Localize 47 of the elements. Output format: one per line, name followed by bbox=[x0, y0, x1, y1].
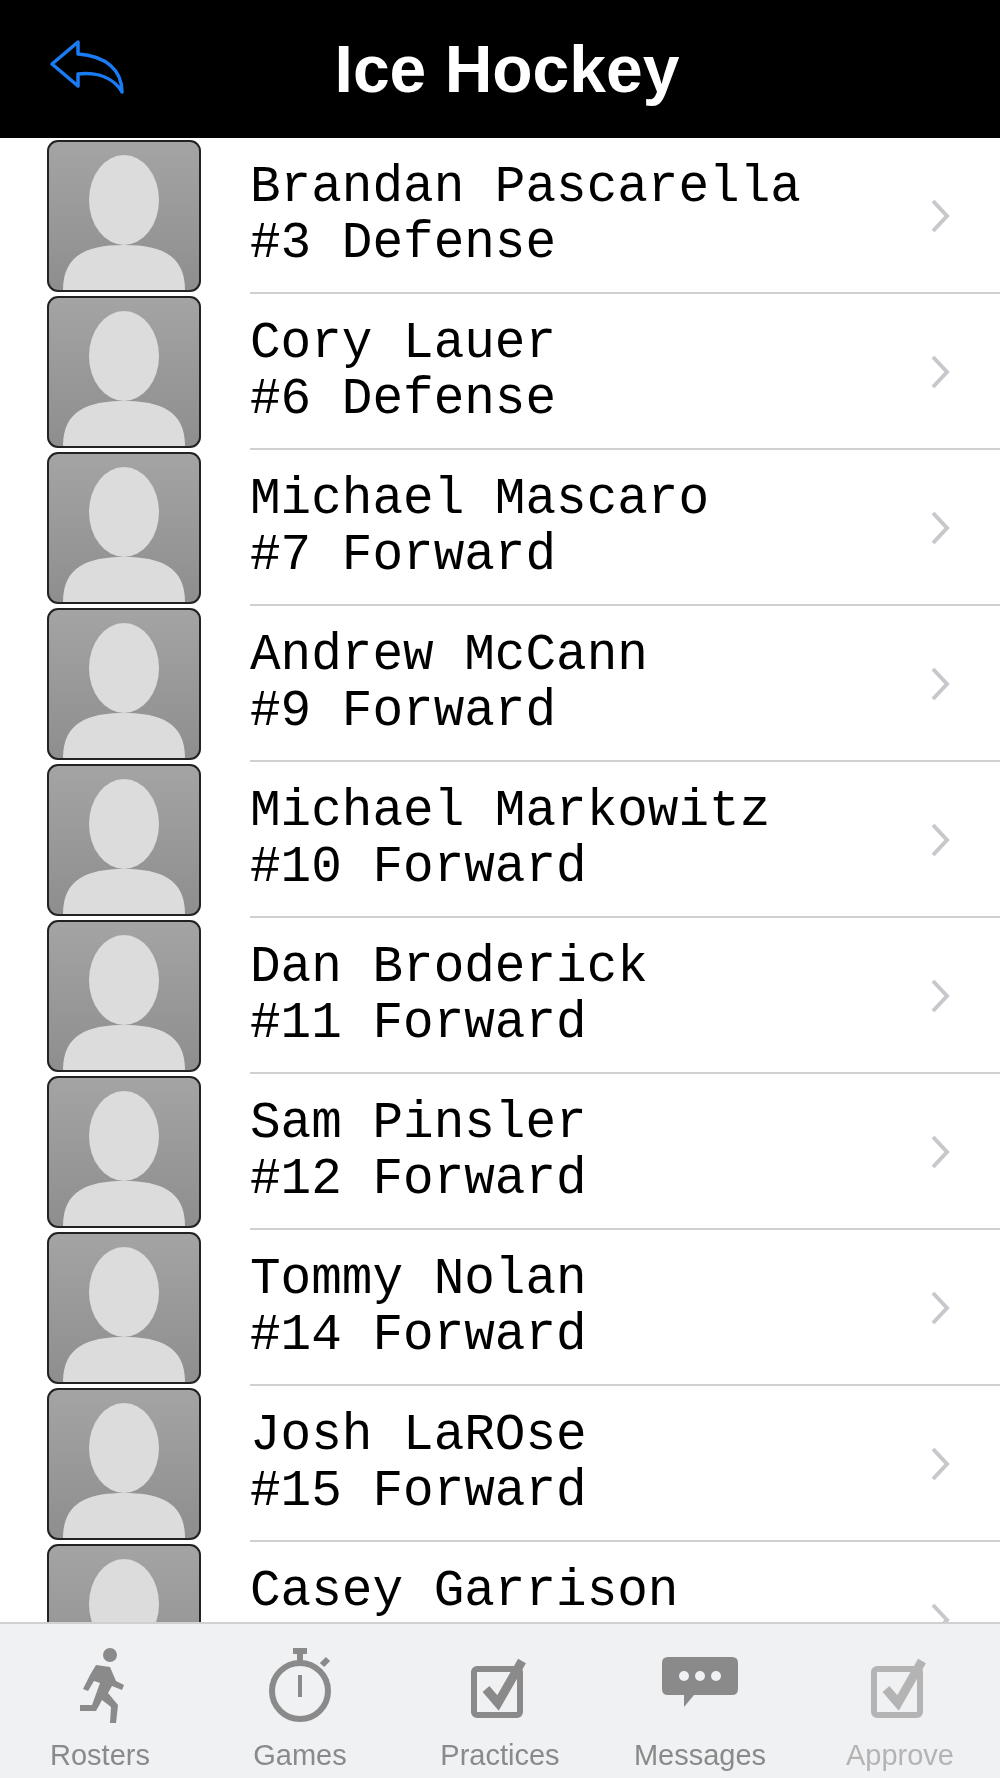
player-name: Tommy Nolan bbox=[250, 1252, 588, 1308]
player-position: #10 Forward bbox=[250, 840, 588, 896]
player-row[interactable]: Michael Mascaro #7 Forward bbox=[0, 450, 1000, 606]
chevron-icon bbox=[930, 354, 950, 390]
player-position: #12 Forward bbox=[250, 1152, 588, 1208]
avatar-icon bbox=[47, 1388, 201, 1540]
chevron-icon bbox=[930, 1290, 950, 1326]
player-row[interactable]: Josh LaROse #15 Forward bbox=[0, 1386, 1000, 1542]
chevron-icon bbox=[930, 666, 950, 702]
screen-title: Ice Hockey bbox=[334, 31, 680, 107]
chevron-icon bbox=[930, 198, 950, 234]
chevron-icon bbox=[930, 822, 950, 858]
player-row[interactable]: Brandan Pascarella #3 Defense bbox=[0, 138, 1000, 294]
player-position: #6 Defense bbox=[250, 372, 558, 428]
avatar-icon bbox=[47, 140, 201, 292]
chevron-icon bbox=[930, 978, 950, 1014]
player-row[interactable]: Andrew McCann #9 Forward bbox=[0, 606, 1000, 762]
avatar-icon bbox=[47, 1232, 201, 1384]
avatar-icon bbox=[47, 920, 201, 1072]
player-position: #11 Forward bbox=[250, 996, 588, 1052]
player-name: Casey Garrison bbox=[250, 1564, 680, 1620]
player-name: Josh LaROse bbox=[250, 1408, 588, 1464]
player-position: #9 Forward bbox=[250, 684, 558, 740]
player-position: #7 Forward bbox=[250, 528, 558, 584]
chevron-icon bbox=[930, 510, 950, 546]
player-row[interactable]: Sam Pinsler #12 Forward bbox=[0, 1074, 1000, 1230]
player-name: Sam Pinsler bbox=[250, 1096, 588, 1152]
avatar-icon bbox=[47, 452, 201, 604]
player-row[interactable]: Tommy Nolan #14 Forward bbox=[0, 1230, 1000, 1386]
player-row[interactable]: Dan Broderick #11 Forward bbox=[0, 918, 1000, 1074]
avatar-icon bbox=[47, 1076, 201, 1228]
player-name: Brandan Pascarella bbox=[250, 160, 802, 216]
player-row[interactable]: Cory Lauer #6 Defense bbox=[0, 294, 1000, 450]
player-position: #14 Forward bbox=[250, 1308, 588, 1364]
chevron-icon bbox=[930, 1446, 950, 1482]
chevron-icon bbox=[930, 1134, 950, 1170]
player-name: Michael Mascaro bbox=[250, 472, 711, 528]
avatar-icon bbox=[47, 608, 201, 760]
player-name: Cory Lauer bbox=[250, 316, 558, 372]
avatar-icon bbox=[47, 296, 201, 448]
player-position: #15 Forward bbox=[250, 1464, 588, 1520]
player-name: Dan Broderick bbox=[250, 940, 649, 996]
player-name: Andrew McCann bbox=[250, 628, 649, 684]
player-position: #3 Defense bbox=[250, 216, 558, 272]
avatar-icon bbox=[47, 764, 201, 916]
player-name: Michael Markowitz bbox=[250, 784, 772, 840]
player-row[interactable]: Michael Markowitz #10 Forward bbox=[0, 762, 1000, 918]
